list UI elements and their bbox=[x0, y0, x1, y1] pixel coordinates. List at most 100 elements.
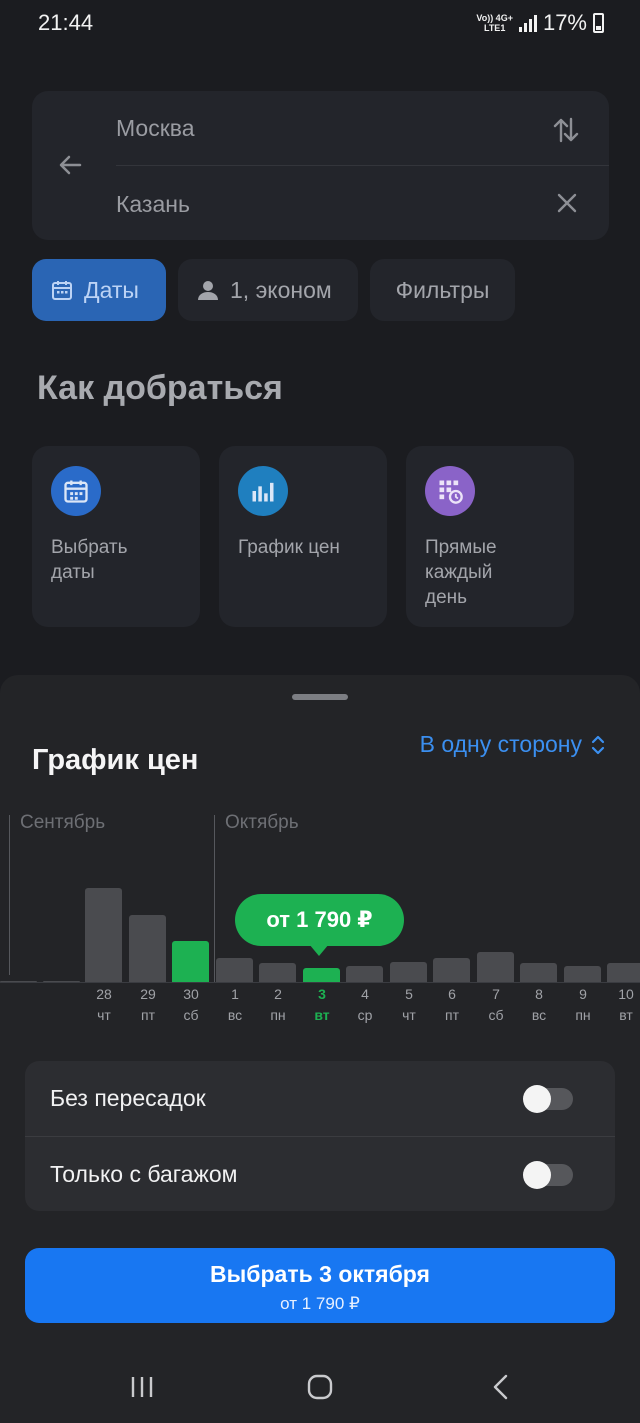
day-number-label: 28 bbox=[96, 986, 112, 1002]
filters-chip[interactable]: Фильтры bbox=[370, 259, 515, 321]
filter-toggles: Без пересадок Только с багажом bbox=[25, 1061, 615, 1211]
select-date-button[interactable]: Выбрать 3 октября от 1 790 ₽ bbox=[25, 1248, 615, 1323]
chart-bar[interactable] bbox=[85, 888, 122, 982]
day-number-label: 10 bbox=[618, 986, 634, 1002]
tile-label: Прямые каждый день bbox=[425, 537, 497, 608]
day-number-label: 6 bbox=[448, 986, 456, 1002]
baggage-switch[interactable] bbox=[523, 1161, 573, 1189]
day-number-label: 7 bbox=[492, 986, 500, 1002]
day-number-label: 1 bbox=[231, 986, 239, 1002]
passengers-chip-label: 1, эконом bbox=[230, 276, 332, 303]
bar-chart-icon bbox=[238, 466, 288, 516]
back-icon[interactable] bbox=[481, 1370, 521, 1404]
chart-bar[interactable] bbox=[259, 963, 296, 982]
price-tooltip: от 1 790 ₽ bbox=[235, 894, 404, 946]
baggage-row[interactable]: Только с багажом bbox=[25, 1136, 615, 1211]
close-icon[interactable] bbox=[555, 191, 579, 215]
weekday-label: пт bbox=[445, 1007, 459, 1023]
day-number-label: 8 bbox=[535, 986, 543, 1002]
section-title: Как добраться bbox=[37, 369, 283, 407]
status-bar: 21:44 Vo)) 4G+ LTE1 17% bbox=[0, 0, 640, 48]
month-label: Октябрь bbox=[225, 812, 299, 833]
chart-bar[interactable] bbox=[477, 952, 514, 982]
day-number-label: 30 bbox=[183, 986, 199, 1002]
day-number-label: 2 bbox=[274, 986, 282, 1002]
day-number-label: 4 bbox=[361, 986, 369, 1002]
status-time: 21:44 bbox=[38, 10, 94, 35]
battery-percent: 17% bbox=[542, 10, 587, 35]
dates-chip[interactable]: Даты bbox=[32, 259, 166, 321]
filters-chip-label: Фильтры bbox=[395, 276, 490, 303]
chart-bar[interactable] bbox=[129, 915, 166, 982]
weekday-label: чт bbox=[97, 1007, 111, 1023]
choose-dates-tile[interactable]: Выбрать даты bbox=[32, 446, 200, 627]
sheet-title: График цен bbox=[32, 744, 199, 776]
chart-bar[interactable] bbox=[303, 968, 340, 982]
day-number-label: 29 bbox=[140, 986, 156, 1002]
weekday-label: ср bbox=[357, 1007, 373, 1023]
recent-apps-icon[interactable] bbox=[122, 1370, 162, 1404]
weekday-label: чт bbox=[402, 1007, 416, 1023]
chart-bar[interactable] bbox=[564, 966, 601, 982]
route-card: Москва Казань bbox=[32, 91, 609, 240]
direction-label: В одну сторону bbox=[419, 731, 582, 757]
switch-knob bbox=[523, 1085, 551, 1113]
chart-bar[interactable] bbox=[433, 958, 470, 982]
weekday-label: пт bbox=[141, 1007, 155, 1023]
sheet-grabber[interactable] bbox=[292, 694, 348, 700]
tile-label: Выбрать даты bbox=[51, 537, 128, 583]
home-icon[interactable] bbox=[300, 1370, 340, 1404]
month-divider bbox=[9, 815, 10, 975]
chart-bar[interactable] bbox=[390, 962, 427, 982]
chart-bar[interactable] bbox=[607, 963, 640, 982]
tile-label: График цен bbox=[238, 537, 340, 558]
chevron-updown-icon bbox=[591, 735, 605, 754]
price-chart-sheet: График цен В одну сторону Сентябрь Октяб… bbox=[0, 675, 640, 1423]
month-divider bbox=[214, 815, 215, 983]
weekday-label: пн bbox=[270, 1007, 286, 1023]
arrow-left-icon[interactable] bbox=[54, 149, 86, 181]
direction-selector[interactable]: В одну сторону bbox=[420, 731, 606, 758]
network-indicator: Vo)) 4G+ LTE1 bbox=[476, 13, 513, 33]
weekday-label: вс bbox=[531, 1007, 547, 1023]
direct-daily-tile[interactable]: Прямые каждый день bbox=[406, 446, 574, 627]
day-number-label: 3 bbox=[318, 986, 326, 1002]
destination-field[interactable]: Казань bbox=[116, 191, 190, 218]
chart-bar-empty bbox=[0, 981, 37, 982]
weekday-label: сб bbox=[488, 1007, 504, 1023]
chart-baseline bbox=[0, 982, 640, 983]
calendar-clock-icon bbox=[425, 466, 475, 516]
price-chart-tile[interactable]: График цен bbox=[219, 446, 387, 627]
select-date-title: Выбрать 3 октября bbox=[210, 1261, 430, 1287]
month-label: Сентябрь bbox=[20, 812, 106, 833]
switch-knob bbox=[523, 1161, 551, 1189]
weekday-label: вс bbox=[227, 1007, 243, 1023]
weekday-label: пн bbox=[575, 1007, 591, 1023]
nonstop-label: Без пересадок bbox=[50, 1085, 206, 1111]
calendar-icon bbox=[51, 466, 101, 516]
chart-bar[interactable] bbox=[520, 963, 557, 982]
origin-field[interactable]: Москва bbox=[116, 115, 195, 142]
weekday-label: вт bbox=[314, 1007, 330, 1023]
chart-bar[interactable] bbox=[216, 958, 253, 982]
weekday-label: вт bbox=[619, 1007, 633, 1023]
system-navbar bbox=[0, 1352, 640, 1423]
status-icons: Vo)) 4G+ LTE1 17% bbox=[476, 10, 604, 36]
person-icon bbox=[198, 281, 218, 300]
day-number-label: 9 bbox=[579, 986, 587, 1002]
signal-icon bbox=[518, 14, 537, 32]
chart-bar[interactable] bbox=[172, 941, 209, 982]
passengers-chip[interactable]: 1, эконом bbox=[178, 259, 358, 321]
chart-bar[interactable] bbox=[346, 966, 383, 982]
swap-vertical-icon[interactable] bbox=[551, 115, 581, 145]
calendar-icon bbox=[52, 281, 72, 300]
battery-icon bbox=[593, 13, 604, 33]
dates-chip-label: Даты bbox=[84, 276, 139, 303]
chart-bar-empty bbox=[43, 981, 80, 982]
baggage-label: Только с багажом bbox=[50, 1161, 238, 1187]
select-date-price: от 1 790 ₽ bbox=[280, 1294, 360, 1313]
nonstop-switch[interactable] bbox=[523, 1085, 573, 1113]
nonstop-row[interactable]: Без пересадок bbox=[25, 1061, 615, 1136]
divider bbox=[116, 165, 609, 166]
day-number-label: 5 bbox=[405, 986, 413, 1002]
